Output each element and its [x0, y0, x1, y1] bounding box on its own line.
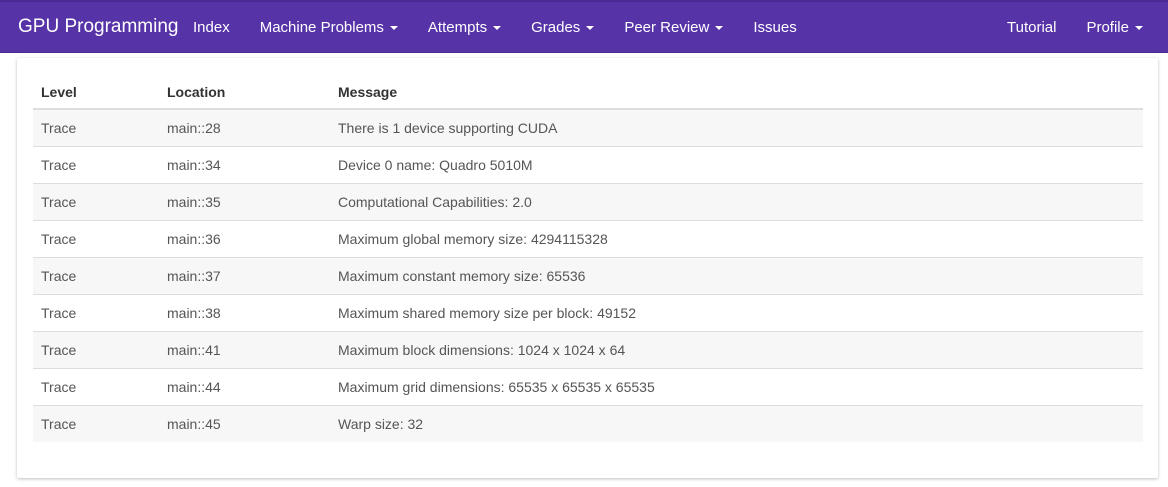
nav-item-label: Index — [193, 19, 230, 36]
caret-down-icon — [1135, 25, 1143, 30]
cell-message: Maximum grid dimensions: 65535 x 65535 x… — [330, 368, 1143, 406]
nav-item-label: Machine Problems — [259, 19, 384, 36]
nav-item-tutorial[interactable]: Tutorial — [992, 2, 1071, 53]
table-row: Trace main::45 Warp size: 32 — [33, 405, 1143, 442]
cell-location: main::35 — [159, 183, 330, 221]
cell-location: main::45 — [159, 405, 330, 442]
cell-level: Trace — [33, 405, 159, 442]
cell-message: Warp size: 32 — [330, 405, 1143, 442]
cell-level: Trace — [33, 220, 159, 258]
table-row: Trace main::38 Maximum shared memory size … — [33, 294, 1143, 332]
nav-right-menu: Tutorial Profile — [992, 2, 1158, 53]
header-location: Location — [159, 75, 330, 110]
table-row: Trace main::41 Maximum block dimensions: 1… — [33, 331, 1143, 369]
cell-location: main::34 — [159, 146, 330, 184]
cell-message: Device 0 name: Quadro 5010M — [330, 146, 1143, 184]
nav-item-label: Profile — [1086, 19, 1129, 36]
cell-message: There is 1 device supporting CUDA — [330, 109, 1143, 147]
nav-left-menu: Index Machine Problems Attempts Grades Peer … — [178, 2, 812, 53]
brand-link[interactable]: GPU Programming — [18, 16, 179, 38]
cell-location: main::28 — [159, 109, 330, 147]
cell-level: Trace — [33, 109, 159, 147]
nav-item-attempts[interactable]: Attempts — [413, 2, 516, 53]
nav-item-label: Issues — [753, 19, 797, 36]
top-navbar: GPU Programming Index Machine Problems Att… — [0, 0, 1168, 53]
nav-item-peer-review[interactable]: Peer Review — [609, 2, 738, 53]
table-header-row: Level Location Message — [33, 75, 1143, 110]
log-panel: Level Location Message Trace main::28 Ther… — [17, 58, 1158, 478]
log-table-body: Trace main::28 There is 1 device supportin… — [33, 109, 1143, 442]
nav-item-grades[interactable]: Grades — [516, 2, 609, 53]
cell-message: Maximum global memory size: 4294115328 — [330, 220, 1143, 258]
table-row: Trace main::44 Maximum grid dimensions: 65… — [33, 368, 1143, 406]
cell-level: Trace — [33, 146, 159, 184]
nav-item-label: Tutorial — [1007, 19, 1057, 36]
cell-message: Maximum shared memory size per block: 49… — [330, 294, 1143, 332]
cell-location: main::44 — [159, 368, 330, 406]
table-row: Trace main::28 There is 1 device supportin… — [33, 109, 1143, 147]
header-message: Message — [330, 75, 1143, 110]
table-row: Trace main::36 Maximum global memory size:… — [33, 220, 1143, 258]
nav-item-issues[interactable]: Issues — [738, 2, 811, 53]
caret-down-icon — [586, 25, 595, 30]
cell-message: Maximum constant memory size: 65536 — [330, 257, 1143, 295]
cell-level: Trace — [33, 257, 159, 295]
caret-down-icon — [389, 25, 398, 30]
cell-message: Maximum block dimensions: 1024 x 1024 x … — [330, 331, 1143, 369]
cell-message: Computational Capabilities: 2.0 — [330, 183, 1143, 221]
nav-item-index[interactable]: Index — [178, 2, 245, 53]
nav-item-label: Grades — [531, 19, 581, 36]
table-row: Trace main::35 Computational Capabilities:… — [33, 183, 1143, 221]
cell-level: Trace — [33, 368, 159, 406]
nav-item-label: Peer Review — [624, 19, 710, 36]
cell-level: Trace — [33, 294, 159, 332]
header-level: Level — [33, 75, 159, 110]
nav-item-label: Attempts — [427, 19, 488, 36]
cell-location: main::36 — [159, 220, 330, 258]
cell-location: main::38 — [159, 294, 330, 332]
table-row: Trace main::37 Maximum constant memory siz… — [33, 257, 1143, 295]
table-row: Trace main::34 Device 0 name: Quadro 5010M — [33, 146, 1143, 184]
caret-down-icon — [493, 25, 502, 30]
cell-location: main::37 — [159, 257, 330, 295]
nav-item-profile[interactable]: Profile — [1071, 2, 1158, 53]
caret-down-icon — [715, 25, 724, 30]
cell-level: Trace — [33, 331, 159, 369]
cell-location: main::41 — [159, 331, 330, 369]
log-table: Level Location Message Trace main::28 Ther… — [33, 75, 1143, 442]
cell-level: Trace — [33, 183, 159, 221]
nav-item-machine-problems[interactable]: Machine Problems — [245, 2, 413, 53]
